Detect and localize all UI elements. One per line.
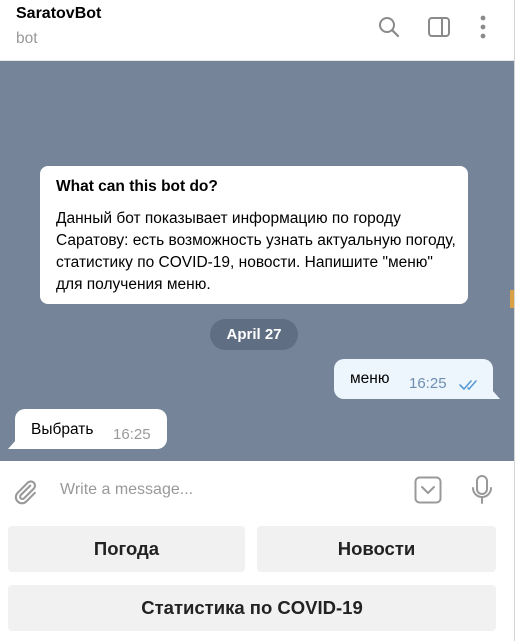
- keyboard-button-covid-stats[interactable]: Статистика по COVID-19: [8, 585, 496, 631]
- read-checkmarks-icon: [459, 378, 483, 396]
- message-text: меню: [350, 370, 390, 387]
- incoming-message[interactable]: Выбрать 16:25: [8, 409, 167, 449]
- background-window-edge: [510, 290, 514, 308]
- message-composer: [0, 461, 514, 519]
- bot-description-title: What can this bot do?: [56, 178, 218, 195]
- message-time: 16:25: [409, 375, 447, 392]
- telegram-chat-window: SaratovBot bot What can this bot do? Дан…: [0, 0, 515, 641]
- search-icon[interactable]: [377, 14, 401, 40]
- date-separator: April 27: [210, 319, 298, 350]
- bot-description-card: What can this bot do? Данный бот показыв…: [40, 166, 468, 304]
- message-input[interactable]: [60, 478, 390, 502]
- message-time: 16:25: [113, 426, 151, 443]
- outgoing-message[interactable]: меню 16:25: [334, 359, 500, 399]
- chat-title[interactable]: SaratovBot: [16, 5, 101, 23]
- chat-header: SaratovBot bot: [0, 0, 514, 61]
- message-list[interactable]: What can this bot do? Данный бот показыв…: [0, 61, 514, 461]
- paperclip-icon[interactable]: [11, 478, 39, 511]
- sidebar-toggle-icon[interactable]: [427, 14, 451, 40]
- keyboard-button-news[interactable]: Новости: [257, 526, 496, 572]
- keyboard-button-weather[interactable]: Погода: [8, 526, 245, 572]
- microphone-icon[interactable]: [470, 475, 494, 510]
- bot-description-text: Данный бот показывает информацию по горо…: [56, 210, 456, 293]
- message-text: Выбрать: [31, 421, 94, 438]
- more-icon[interactable]: [471, 14, 495, 40]
- keyboard-toggle-icon[interactable]: [414, 476, 442, 509]
- chat-subtitle: bot: [16, 30, 38, 47]
- bot-reply-keyboard: Погода Новости Статистика по COVID-19: [0, 519, 514, 641]
